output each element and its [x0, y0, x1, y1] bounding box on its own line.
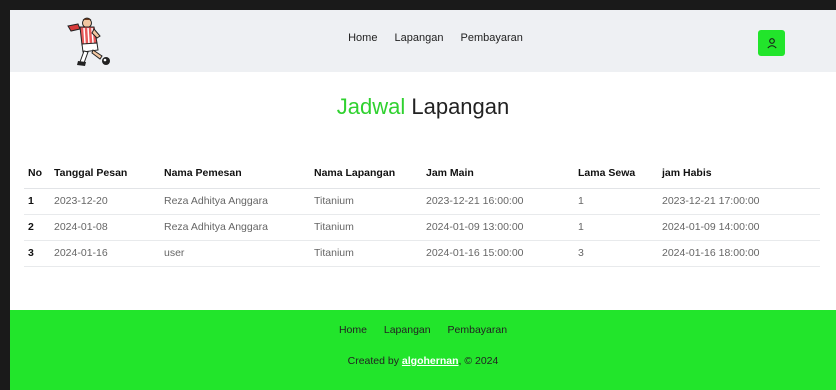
cell-tanggal-pesan: 2024-01-16: [50, 240, 160, 267]
footer-credit: Created by algohernan, © 2024: [10, 355, 836, 367]
credit-author-link[interactable]: algohernan: [402, 355, 459, 367]
column-header-jam-habis: jam Habis: [658, 159, 820, 189]
cell-jam-main: 2023-12-21 16:00:00: [422, 188, 574, 215]
page-title-accent: Jadwal: [336, 94, 406, 119]
cell-nama-lapangan: Titanium: [310, 240, 422, 267]
cell-lama-sewa: 3: [574, 240, 658, 267]
cell-nama-pemesan: Reza Adhitya Anggara: [160, 188, 310, 215]
page-title-rest: Lapangan: [411, 94, 510, 119]
browser-page: Home Lapangan Pembayaran Jadwal Lapangan…: [10, 10, 836, 390]
cell-no: 2: [24, 214, 50, 241]
nav-link-pembayaran[interactable]: Pembayaran: [461, 32, 523, 44]
cell-no: 1: [24, 188, 50, 215]
cell-jam-habis: 2023-12-21 17:00:00: [658, 188, 820, 215]
footer-link-lapangan[interactable]: Lapangan: [384, 324, 431, 336]
footer-nav-links: Home Lapangan Pembayaran: [10, 324, 836, 336]
cell-lama-sewa: 1: [574, 214, 658, 241]
column-header-nama-lapangan: Nama Lapangan: [310, 159, 422, 189]
footer-link-home[interactable]: Home: [339, 324, 367, 336]
cell-no: 3: [24, 240, 50, 267]
table-row: 1 2023-12-20 Reza Adhitya Anggara Titani…: [24, 188, 820, 215]
footer: Home Lapangan Pembayaran Created by algo…: [10, 310, 836, 390]
column-header-lama-sewa: Lama Sewa: [574, 159, 658, 189]
credit-prefix: Created by: [347, 355, 399, 367]
cell-jam-main: 2024-01-09 13:00:00: [422, 214, 574, 241]
user-icon: [766, 38, 777, 49]
cell-nama-pemesan: Reza Adhitya Anggara: [160, 214, 310, 241]
cell-nama-lapangan: Titanium: [310, 188, 422, 215]
column-header-tanggal-pesan: Tanggal Pesan: [50, 159, 160, 189]
cell-jam-habis: 2024-01-16 18:00:00: [658, 240, 820, 267]
cell-jam-main: 2024-01-16 15:00:00: [422, 240, 574, 267]
cell-tanggal-pesan: 2023-12-20: [50, 188, 160, 215]
cell-jam-habis: 2024-01-09 14:00:00: [658, 214, 820, 241]
cell-tanggal-pesan: 2024-01-08: [50, 214, 160, 241]
column-header-nama-pemesan: Nama Pemesan: [160, 159, 310, 189]
schedule-table: No Tanggal Pesan Nama Pemesan Nama Lapan…: [24, 159, 820, 267]
navbar: Home Lapangan Pembayaran: [10, 10, 836, 72]
top-nav-links: Home Lapangan Pembayaran: [10, 32, 836, 44]
table-row: 2 2024-01-08 Reza Adhitya Anggara Titani…: [24, 214, 820, 241]
cell-nama-pemesan: user: [160, 240, 310, 267]
cell-nama-lapangan: Titanium: [310, 214, 422, 241]
table-header-row: No Tanggal Pesan Nama Pemesan Nama Lapan…: [24, 159, 820, 189]
nav-link-home[interactable]: Home: [348, 32, 377, 44]
footer-link-pembayaran[interactable]: Pembayaran: [448, 324, 508, 336]
credit-suffix: , © 2024: [458, 355, 499, 367]
table-row: 3 2024-01-16 user Titanium 2024-01-16 15…: [24, 240, 820, 267]
cell-lama-sewa: 1: [574, 188, 658, 215]
page-title: Jadwal Lapangan: [10, 94, 836, 120]
column-header-jam-main: Jam Main: [422, 159, 574, 189]
user-account-button[interactable]: [758, 30, 785, 56]
column-header-no: No: [24, 159, 50, 189]
nav-link-lapangan[interactable]: Lapangan: [395, 32, 444, 44]
